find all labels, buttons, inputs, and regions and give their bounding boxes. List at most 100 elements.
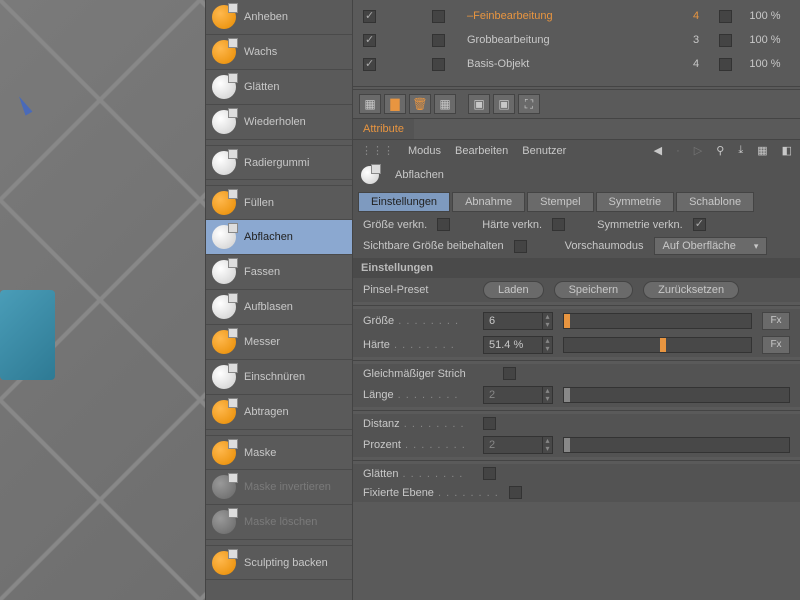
tool-label: Anheben	[244, 11, 288, 23]
tool-icon	[212, 441, 236, 465]
layer-lock-checkbox[interactable]	[432, 58, 445, 71]
length-field[interactable]: 2▴▾	[483, 386, 553, 404]
tool-icon	[212, 551, 236, 575]
subtab-schablone[interactable]: Schablone	[676, 192, 754, 212]
tool-wiederholen[interactable]: Wiederholen	[206, 105, 352, 140]
subtab-einstellungen[interactable]: Einstellungen	[358, 192, 450, 212]
smooth-row: Glätten	[353, 464, 800, 483]
load-button[interactable]: Laden	[483, 281, 544, 299]
symmetry-link-label: Symmetrie verkn.	[597, 219, 683, 231]
hardness-slider[interactable]	[563, 337, 752, 353]
size-label: Größe	[363, 315, 473, 327]
layer-action-icon[interactable]: ▦	[434, 94, 456, 114]
smooth-checkbox[interactable]	[483, 467, 496, 480]
tool-sculpting-backen[interactable]: Sculpting backen	[206, 545, 352, 580]
stroke-label: Gleichmäßiger Strich	[363, 368, 493, 380]
size-slider[interactable]	[563, 313, 752, 329]
tool-maske-löschen[interactable]: Maske löschen	[206, 505, 352, 540]
layer-row[interactable]: –Feinbearbeitung4100 %	[363, 4, 790, 28]
tool-label: Aufblasen	[244, 301, 293, 313]
lock-icon[interactable]: ⤓	[738, 144, 743, 157]
reset-button[interactable]: Zurücksetzen	[643, 281, 739, 299]
subtab-stempel[interactable]: Stempel	[527, 192, 593, 212]
expand-icon[interactable]: ⛶	[518, 94, 540, 114]
tab-attribute[interactable]: Attribute	[353, 119, 414, 139]
hardness-fx-button[interactable]: Fx	[762, 336, 790, 354]
tool-glätten[interactable]: Glätten	[206, 70, 352, 105]
fixed-checkbox[interactable]	[509, 486, 522, 499]
menu-bearbeiten[interactable]: Bearbeiten	[455, 145, 508, 157]
distance-checkbox[interactable]	[483, 417, 496, 430]
tool-icon	[212, 260, 236, 284]
right-panel: –Feinbearbeitung4100 %Grobbearbeitung310…	[353, 0, 800, 600]
hardness-label: Härte	[363, 339, 473, 351]
nav-fwd-icon[interactable]: ▷	[694, 144, 702, 157]
new-layer-icon[interactable]: ▦	[359, 94, 381, 114]
hardness-link-checkbox[interactable]	[552, 218, 565, 231]
layer-table: –Feinbearbeitung4100 %Grobbearbeitung310…	[353, 0, 800, 80]
tool-wachs[interactable]: Wachs	[206, 35, 352, 70]
menu-modus[interactable]: Modus	[408, 145, 441, 157]
percent-slider[interactable]	[563, 437, 790, 453]
tool-messer[interactable]: Messer	[206, 325, 352, 360]
tool-icon	[212, 295, 236, 319]
icon-toolbar: ▦ ▇ 🗑 ▦ ▣ ▣ ⛶	[353, 89, 800, 118]
tool-label: Maske invertieren	[244, 481, 331, 493]
layer-visible-checkbox[interactable]	[363, 58, 376, 71]
tool-abflachen[interactable]: Abflachen	[206, 220, 352, 255]
mesh-object[interactable]	[0, 290, 55, 380]
snapshot-icon[interactable]: ▣	[493, 94, 515, 114]
tool-label: Wiederholen	[244, 116, 306, 128]
size-fx-button[interactable]: Fx	[762, 312, 790, 330]
tool-maske[interactable]: Maske	[206, 435, 352, 470]
distance-label: Distanz	[363, 418, 473, 430]
tool-abtragen[interactable]: Abtragen	[206, 395, 352, 430]
preset-row: Pinsel-Preset Laden Speichern Zurücksetz…	[353, 278, 800, 302]
folder-icon[interactable]: ▇	[384, 94, 406, 114]
layer-opt-checkbox[interactable]	[719, 34, 732, 47]
tool-icon	[212, 400, 236, 424]
menu-icon[interactable]: ◧	[782, 144, 792, 157]
size-field[interactable]: 6▴▾	[483, 312, 553, 330]
viewport-3d[interactable]	[0, 0, 205, 600]
percent-field[interactable]: 2▴▾	[483, 436, 553, 454]
nav-back-icon[interactable]: ◀	[654, 144, 662, 157]
layer-visible-checkbox[interactable]	[363, 34, 376, 47]
length-slider[interactable]	[563, 387, 790, 403]
tool-label: Maske löschen	[244, 516, 317, 528]
search-icon[interactable]: ⚲	[716, 144, 724, 157]
tool-label: Fassen	[244, 266, 280, 278]
save-button[interactable]: Speichern	[554, 281, 634, 299]
layer-visible-checkbox[interactable]	[363, 10, 376, 23]
visible-size-checkbox[interactable]	[514, 240, 527, 253]
grid-icon[interactable]: ▦	[757, 144, 767, 157]
layer-row[interactable]: Basis-Objekt4100 %	[363, 52, 790, 76]
tool-einschnüren[interactable]: Einschnüren	[206, 360, 352, 395]
divider	[353, 86, 800, 87]
trash-icon[interactable]: 🗑	[409, 94, 431, 114]
layer-opt-checkbox[interactable]	[719, 10, 732, 23]
tool-fassen[interactable]: Fassen	[206, 255, 352, 290]
menu-benutzer[interactable]: Benutzer	[522, 145, 566, 157]
subtab-abnahme[interactable]: Abnahme	[452, 192, 525, 212]
layer-row[interactable]: Grobbearbeitung3100 %	[363, 28, 790, 52]
tool-icon	[212, 510, 236, 534]
tool-header: Abflachen	[353, 161, 800, 189]
tool-aufblasen[interactable]: Aufblasen	[206, 290, 352, 325]
layer-lock-checkbox[interactable]	[432, 10, 445, 23]
size-link-checkbox[interactable]	[437, 218, 450, 231]
preview-mode-select[interactable]: Auf Oberfläche	[654, 237, 768, 255]
stroke-checkbox[interactable]	[503, 367, 516, 380]
tool-radiergummi[interactable]: Radiergummi	[206, 145, 352, 180]
tool-label: Glätten	[244, 81, 279, 93]
subtab-symmetrie[interactable]: Symmetrie	[596, 192, 675, 212]
layer-lock-checkbox[interactable]	[432, 34, 445, 47]
tool-anheben[interactable]: Anheben	[206, 0, 352, 35]
symmetry-link-checkbox[interactable]	[693, 218, 706, 231]
tool-maske-invertieren[interactable]: Maske invertieren	[206, 470, 352, 505]
camera-icon[interactable]: ▣	[468, 94, 490, 114]
sculpt-tool-column: Anheben Wachs Glätten Wiederholen Radiergumm…	[205, 0, 353, 600]
layer-opt-checkbox[interactable]	[719, 58, 732, 71]
tool-füllen[interactable]: Füllen	[206, 185, 352, 220]
hardness-field[interactable]: 51.4 %▴▾	[483, 336, 553, 354]
